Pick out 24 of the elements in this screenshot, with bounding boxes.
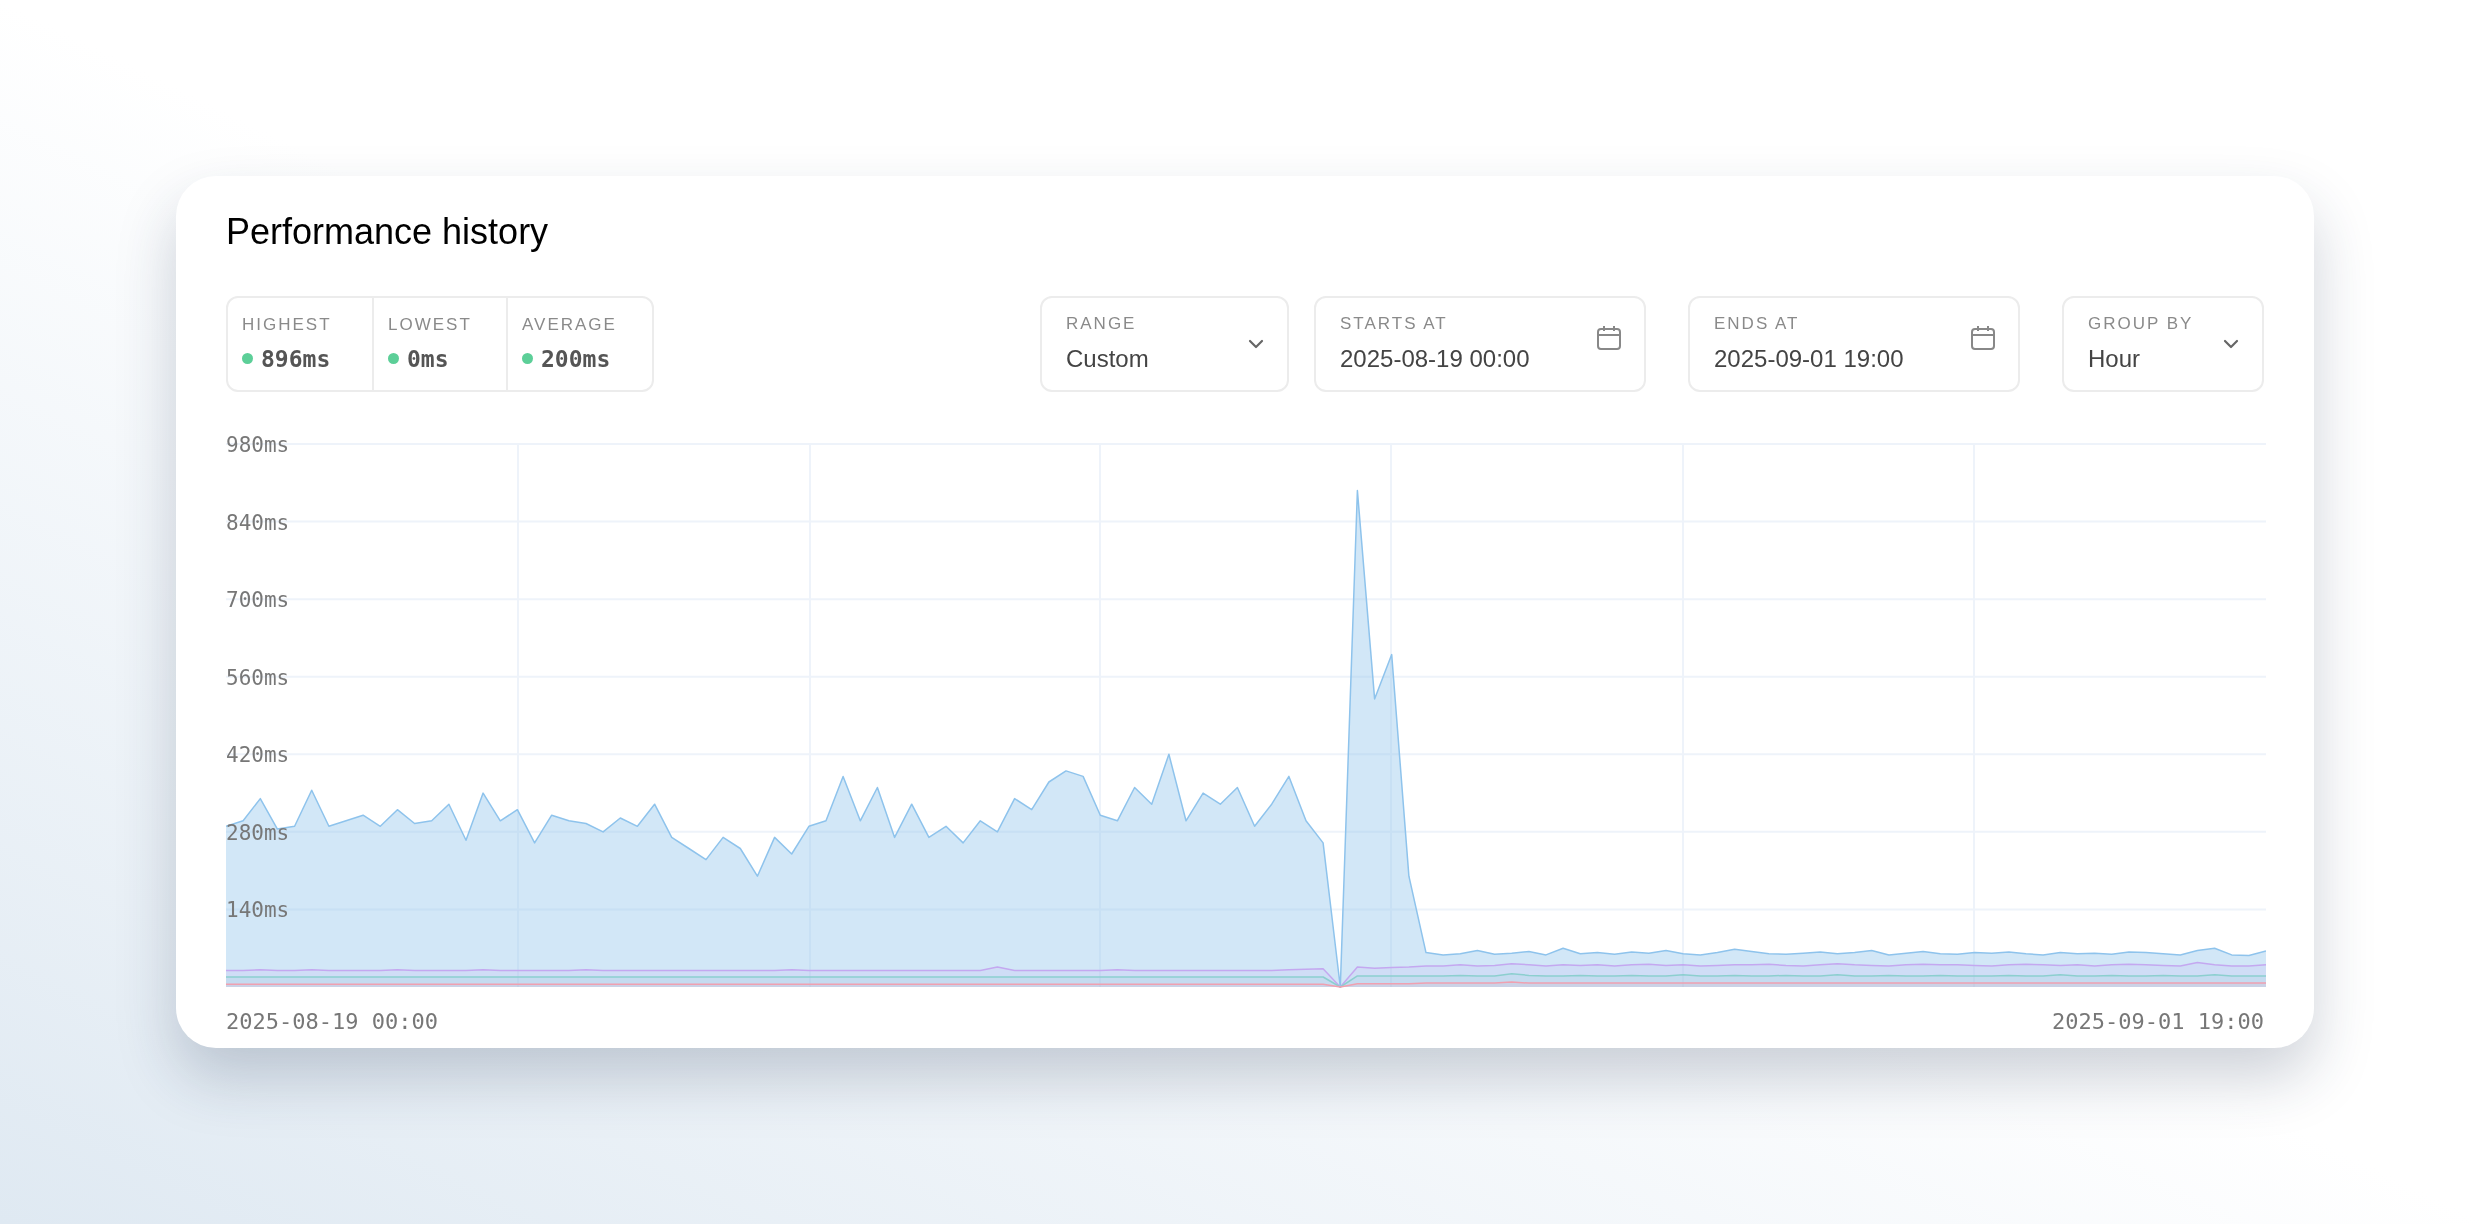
card-title: Performance history <box>226 210 550 254</box>
stat-label: LOWEST <box>388 314 472 336</box>
stat-label: AVERAGE <box>522 314 617 336</box>
chevron-down-icon <box>1247 338 1265 350</box>
stat-value: 0ms <box>407 344 449 374</box>
y-axis-label: 420ms <box>226 743 290 768</box>
y-axis-label: 140ms <box>226 898 290 923</box>
x-axis-label: 2025-09-01 19:00 <box>2052 1008 2264 1036</box>
chevron-down-icon <box>2222 338 2240 350</box>
stat-value: 200ms <box>541 344 611 374</box>
calendar-icon <box>1970 324 1996 352</box>
stat-label: HIGHEST <box>242 314 332 336</box>
dropdown[interactable]: GROUP BY Hour <box>2062 296 2264 392</box>
y-axis-label: 280ms <box>226 820 290 845</box>
dropdown[interactable]: RANGE Custom <box>1040 296 1289 392</box>
date-field[interactable]: ENDS AT 2025-09-01 19:00 <box>1688 296 2020 392</box>
y-axis-label: 560ms <box>226 665 290 690</box>
y-axis-label: 840ms <box>226 510 290 535</box>
y-axis-label: 980ms <box>226 433 290 457</box>
y-axis-label: 700ms <box>226 588 290 613</box>
calendar-icon <box>1596 324 1622 352</box>
x-axis-label: 2025-08-19 00:00 <box>226 1008 438 1036</box>
stat-value: 896ms <box>261 344 331 374</box>
date-field[interactable]: STARTS AT 2025-08-19 00:00 <box>1314 296 1646 392</box>
